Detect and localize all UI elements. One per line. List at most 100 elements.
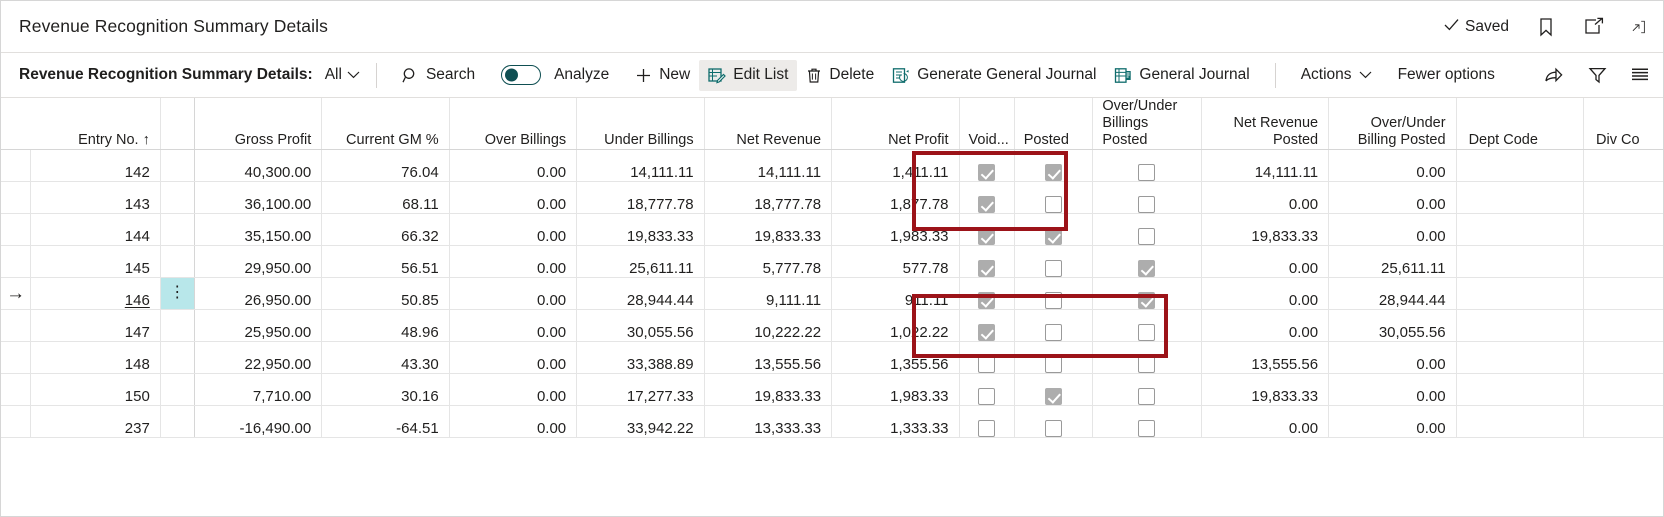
cell-over-billings[interactable]: 0.00	[449, 278, 576, 310]
checkbox-unchecked-icon[interactable]	[1045, 356, 1062, 373]
checkbox-unchecked-icon[interactable]	[1138, 324, 1155, 341]
checkbox-checked-icon[interactable]	[1045, 164, 1062, 181]
cell-ou-billing-posted[interactable]: 30,055.56	[1329, 310, 1456, 342]
bookmark-icon[interactable]	[1535, 16, 1557, 38]
cell-voided[interactable]	[959, 310, 1014, 342]
cell-ou-billing-posted[interactable]: 0.00	[1329, 342, 1456, 374]
new-button[interactable]: New	[626, 60, 699, 91]
cell-row-menu[interactable]	[160, 374, 194, 406]
col-header-current-gm-pct[interactable]: Current GM %	[322, 98, 449, 150]
cell-net-revenue[interactable]: 9,111.11	[704, 278, 831, 310]
cell-ou-billings-posted[interactable]	[1093, 342, 1201, 374]
generate-general-journal-button[interactable]: Generate General Journal	[883, 60, 1105, 91]
list-options-button[interactable]	[1619, 60, 1649, 91]
cell-entry-no[interactable]: 145	[31, 246, 161, 278]
cell-net-profit[interactable]: 1,333.33	[832, 406, 959, 438]
cell-current-gm-pct[interactable]: -64.51	[322, 406, 449, 438]
cell-posted[interactable]	[1014, 150, 1093, 182]
cell-div-code[interactable]	[1584, 150, 1663, 182]
cell-entry-no[interactable]: 142	[31, 150, 161, 182]
row-menu-button[interactable]: ⋮	[161, 278, 194, 309]
cell-net-revenue-posted[interactable]: 0.00	[1201, 182, 1328, 214]
cell-ou-billing-posted[interactable]: 0.00	[1329, 374, 1456, 406]
cell-voided[interactable]	[959, 278, 1014, 310]
cell-current-gm-pct[interactable]: 48.96	[322, 310, 449, 342]
cell-net-profit[interactable]: 1,983.33	[832, 374, 959, 406]
cell-voided[interactable]	[959, 214, 1014, 246]
cell-gross-profit[interactable]: 26,950.00	[194, 278, 321, 310]
cell-current-gm-pct[interactable]: 68.11	[322, 182, 449, 214]
cell-ou-billing-posted[interactable]: 0.00	[1329, 182, 1456, 214]
cell-row-menu[interactable]: ⋮	[160, 278, 194, 310]
fewer-options-button[interactable]: Fewer options	[1389, 60, 1504, 91]
checkbox-checked-icon[interactable]	[978, 196, 995, 213]
cell-dept-code[interactable]	[1456, 214, 1583, 246]
cell-net-profit[interactable]: 577.78	[832, 246, 959, 278]
cell-posted[interactable]	[1014, 182, 1093, 214]
search-button[interactable]: Search	[393, 60, 484, 91]
cell-dept-code[interactable]	[1456, 246, 1583, 278]
delete-button[interactable]: Delete	[797, 60, 883, 91]
cell-gross-profit[interactable]: 36,100.00	[194, 182, 321, 214]
cell-net-profit[interactable]: 1,877.78	[832, 182, 959, 214]
col-header-ou-billing-posted[interactable]: Over/UnderBilling Posted	[1329, 98, 1456, 150]
cell-dept-code[interactable]	[1456, 150, 1583, 182]
cell-net-revenue-posted[interactable]: 14,111.11	[1201, 150, 1328, 182]
cell-row-menu[interactable]	[160, 342, 194, 374]
cell-ou-billings-posted[interactable]	[1093, 406, 1201, 438]
cell-under-billings[interactable]: 28,944.44	[577, 278, 704, 310]
cell-gross-profit[interactable]: 35,150.00	[194, 214, 321, 246]
col-header-div-code[interactable]: Div Co	[1584, 98, 1663, 150]
row-menu-button[interactable]	[161, 214, 194, 245]
cell-ou-billings-posted[interactable]	[1093, 310, 1201, 342]
cell-dept-code[interactable]	[1456, 342, 1583, 374]
analyze-switch[interactable]	[501, 65, 541, 85]
checkbox-checked-icon[interactable]	[978, 292, 995, 309]
cell-over-billings[interactable]: 0.00	[449, 182, 576, 214]
row-menu-button[interactable]	[161, 342, 194, 373]
col-header-net-revenue[interactable]: Net Revenue	[704, 98, 831, 150]
row-menu-button[interactable]	[161, 182, 194, 213]
cell-net-revenue[interactable]: 13,333.33	[704, 406, 831, 438]
row-menu-button[interactable]	[161, 246, 194, 277]
cell-ou-billing-posted[interactable]: 0.00	[1329, 214, 1456, 246]
cell-dept-code[interactable]	[1456, 278, 1583, 310]
table-row[interactable]: 14529,950.0056.510.0025,611.115,777.7857…	[1, 246, 1663, 278]
cell-div-code[interactable]	[1584, 342, 1663, 374]
cell-voided[interactable]	[959, 182, 1014, 214]
col-header-net-profit[interactable]: Net Profit	[832, 98, 959, 150]
data-grid[interactable]: Entry No.↑ Gross Profit Current GM % Ove…	[1, 97, 1663, 517]
cell-gross-profit[interactable]: 7,710.00	[194, 374, 321, 406]
col-header-voided[interactable]: Void...	[959, 98, 1014, 150]
cell-voided[interactable]	[959, 374, 1014, 406]
checkbox-checked-icon[interactable]	[1045, 388, 1062, 405]
expand-icon[interactable]	[1631, 16, 1645, 38]
cell-row-menu[interactable]	[160, 150, 194, 182]
cell-posted[interactable]	[1014, 310, 1093, 342]
checkbox-unchecked-icon[interactable]	[1138, 164, 1155, 181]
table-row[interactable]: →146⋮26,950.0050.850.0028,944.449,111.11…	[1, 278, 1663, 310]
view-selector[interactable]: All	[325, 66, 360, 84]
cell-net-revenue-posted[interactable]: 19,833.33	[1201, 374, 1328, 406]
cell-row-menu[interactable]	[160, 214, 194, 246]
checkbox-unchecked-icon[interactable]	[1045, 260, 1062, 277]
cell-voided[interactable]	[959, 246, 1014, 278]
cell-div-code[interactable]	[1584, 310, 1663, 342]
cell-over-billings[interactable]: 0.00	[449, 150, 576, 182]
table-row[interactable]: 14240,300.0076.040.0014,111.1114,111.111…	[1, 150, 1663, 182]
cell-ou-billings-posted[interactable]	[1093, 246, 1201, 278]
checkbox-checked-icon[interactable]	[1138, 292, 1155, 309]
row-menu-button[interactable]	[161, 406, 194, 437]
cell-posted[interactable]	[1014, 374, 1093, 406]
cell-dept-code[interactable]	[1456, 182, 1583, 214]
cell-div-code[interactable]	[1584, 374, 1663, 406]
filter-button[interactable]	[1576, 60, 1619, 91]
cell-dept-code[interactable]	[1456, 406, 1583, 438]
share-button[interactable]	[1532, 60, 1576, 91]
cell-under-billings[interactable]: 25,611.11	[577, 246, 704, 278]
cell-row-menu[interactable]	[160, 246, 194, 278]
cell-entry-no[interactable]: 143	[31, 182, 161, 214]
cell-net-profit[interactable]: 1,355.56	[832, 342, 959, 374]
checkbox-unchecked-icon[interactable]	[978, 388, 995, 405]
checkbox-unchecked-icon[interactable]	[978, 356, 995, 373]
